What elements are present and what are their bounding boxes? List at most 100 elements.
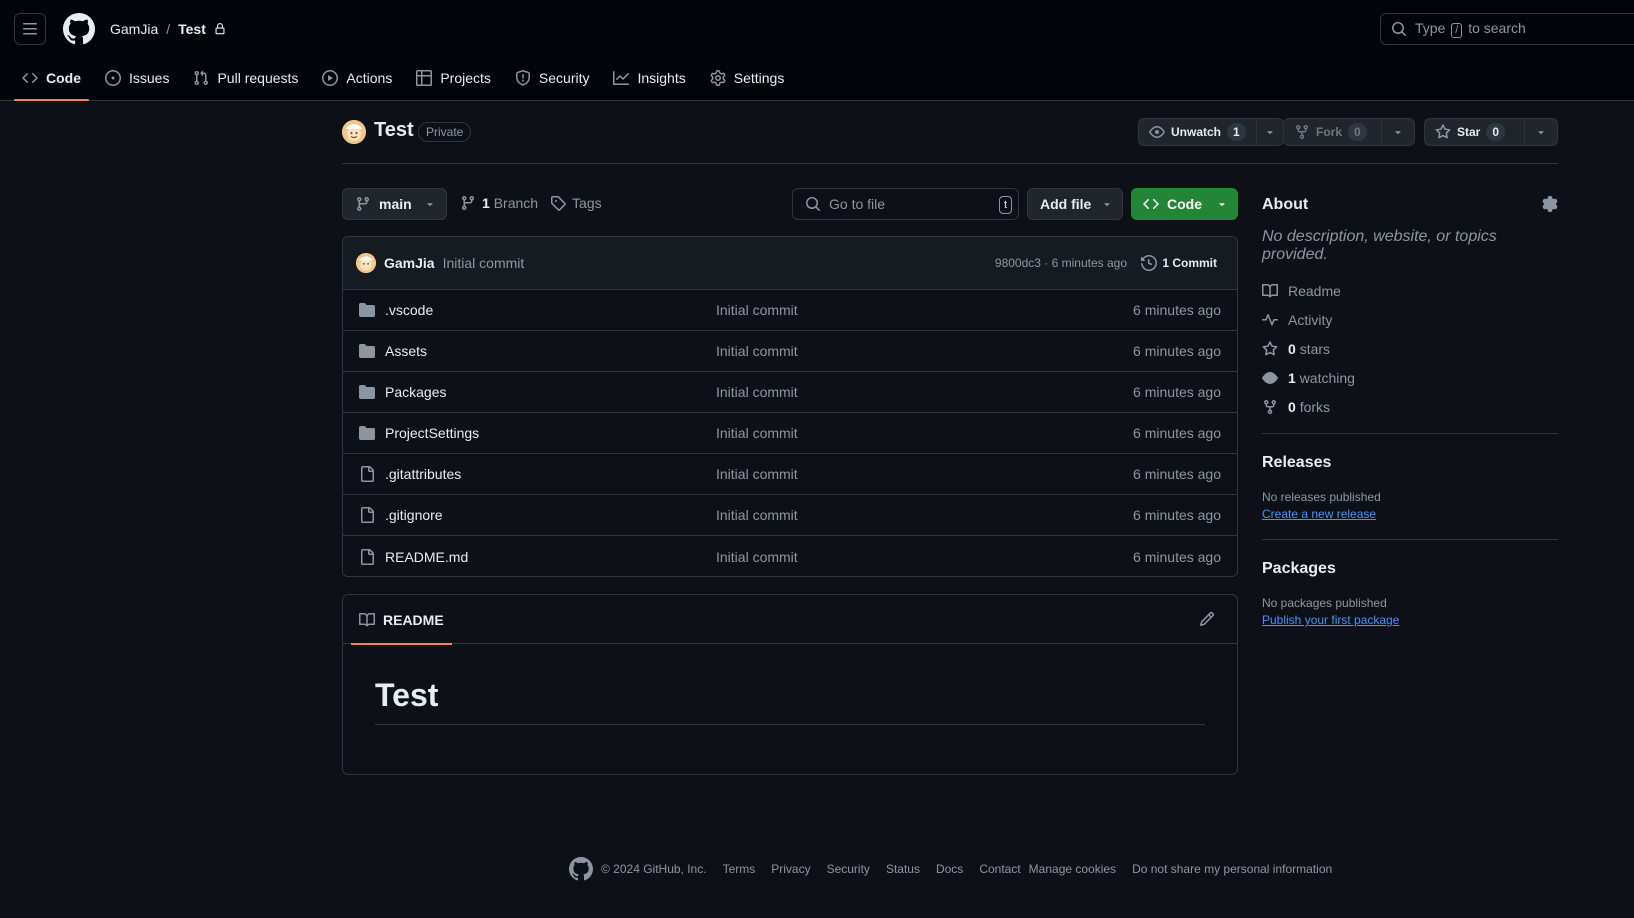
table-row[interactable]: Packages Initial commit 6 minutes ago [343,372,1237,413]
tags-link[interactable]: Tags [572,195,602,211]
footer-link-contact[interactable]: Contact [979,862,1020,876]
file-name[interactable]: .gitignore [385,507,443,523]
footer-link-do-not-share[interactable]: Do not share my personal information [1132,862,1332,876]
avatar[interactable] [342,120,366,144]
footer-link-status[interactable]: Status [886,862,920,876]
tab-label: Security [538,70,590,86]
file-name[interactable]: ProjectSettings [385,425,479,441]
file-name[interactable]: .gitattributes [385,466,461,482]
fork-dropdown-button[interactable] [1382,119,1414,145]
unwatch-label: Unwatch [1171,125,1222,139]
footer-link-security[interactable]: Security [827,862,870,876]
gear-icon [1542,196,1558,212]
edit-readme-button[interactable] [1199,611,1215,627]
watch-button-group: Unwatch 1 [1138,118,1284,146]
activity-link[interactable]: Activity [1262,305,1558,334]
file-name[interactable]: .vscode [385,302,433,318]
fork-button[interactable]: Fork 0 [1284,119,1382,145]
file-name[interactable]: Assets [385,343,427,359]
go-to-file-input[interactable]: Go to file t [792,188,1019,220]
packages-heading[interactable]: Packages [1262,560,1558,578]
repo-name[interactable]: Test [374,119,414,142]
hamburger-menu-button[interactable] [14,13,46,45]
breadcrumb-repo[interactable]: Test [178,21,206,37]
add-file-button[interactable]: Add file [1027,188,1123,220]
search-suffix: to search [1468,20,1526,36]
tab-projects[interactable]: Projects [408,60,499,96]
lock-icon [215,23,225,35]
footer-link-docs[interactable]: Docs [936,862,963,876]
tab-pull-requests[interactable]: Pull requests [185,60,306,96]
pencil-icon [1199,611,1215,627]
tab-code[interactable]: Code [14,60,89,101]
file-commit-time: 6 minutes ago [1133,425,1221,441]
github-logo-icon[interactable] [63,13,95,45]
file-name[interactable]: README.md [385,549,468,565]
code-button[interactable]: Code [1131,188,1238,220]
file-commit-time: 6 minutes ago [1133,548,1221,565]
footer-link-privacy[interactable]: Privacy [771,862,810,876]
file-commit-message[interactable]: Initial commit [716,343,798,359]
tab-actions[interactable]: Actions [314,60,400,96]
file-commit-message[interactable]: Initial commit [716,302,798,318]
global-search-input[interactable]: Type / to search [1380,13,1634,45]
releases-heading[interactable]: Releases [1262,454,1558,472]
commit-message[interactable]: Initial commit [443,255,525,271]
file-commit-message[interactable]: Initial commit [716,507,798,523]
caret-down-icon [1104,203,1111,207]
commit-meta[interactable]: 9800dc3 · 6 minutes ago [995,256,1127,270]
tab-issues[interactable]: Issues [97,60,177,96]
unwatch-button[interactable]: Unwatch 1 [1139,119,1257,145]
file-commit-message[interactable]: Initial commit [716,466,798,482]
table-row[interactable]: ProjectSettings Initial commit 6 minutes… [343,413,1237,454]
branch-selector-button[interactable]: main [342,188,447,220]
star-label: Star [1457,125,1481,139]
tab-security[interactable]: Security [507,60,598,96]
footer-link-manage-cookies[interactable]: Manage cookies [1029,862,1116,876]
file-name[interactable]: Packages [385,384,446,400]
file-commit-message[interactable]: Initial commit [716,425,798,441]
about-sidebar: About No description, website, or topics… [1262,188,1558,627]
branch-icon [461,196,474,211]
table-row[interactable]: .vscode Initial commit 6 minutes ago [343,290,1237,331]
table-row[interactable]: README.md Initial commit 6 minutes ago [343,536,1237,576]
star-button[interactable]: Star 0 [1425,119,1525,145]
readme-link[interactable]: Readme [1262,276,1558,305]
readme-tab[interactable]: README [351,595,452,645]
tab-label: Code [46,70,81,86]
edit-about-button[interactable] [1542,196,1558,212]
forks-link[interactable]: 0 forks [1262,392,1558,421]
table-row[interactable]: .gitattributes Initial commit 6 minutes … [343,454,1237,495]
issue-icon [105,70,121,86]
gear-icon [710,70,726,86]
commits-link[interactable]: 1 Commit [1141,255,1217,271]
watching-count: 1 [1288,369,1296,386]
menu-icon [23,23,37,35]
watchers-link[interactable]: 1 watching [1262,363,1558,392]
readme-heading: Test [375,677,1205,725]
code-icon [1143,198,1159,210]
star-dropdown-button[interactable] [1525,119,1557,145]
add-file-label: Add file [1040,196,1092,212]
watch-dropdown-button[interactable] [1257,119,1283,145]
commit-count: 1 Commit [1162,256,1217,270]
branches-link[interactable]: 1 Branch [482,195,538,211]
publish-package-link[interactable]: Publish your first package [1262,613,1399,627]
create-release-link[interactable]: Create a new release [1262,507,1376,521]
file-commit-message[interactable]: Initial commit [716,384,798,400]
file-commit-message[interactable]: Initial commit [716,549,798,565]
table-row[interactable]: .gitignore Initial commit 6 minutes ago [343,495,1237,536]
avatar[interactable] [356,253,376,273]
footer-link-terms[interactable]: Terms [723,862,756,876]
breadcrumb-owner[interactable]: GamJia [110,21,158,37]
github-logo-icon[interactable] [569,857,593,881]
commit-author[interactable]: GamJia [384,255,435,271]
table-row[interactable]: Assets Initial commit 6 minutes ago [343,331,1237,372]
repo-title-bar: Test Private Unwatch 1 Fork 0 Star 0 [342,118,1558,164]
tab-settings[interactable]: Settings [702,60,793,96]
tab-insights[interactable]: Insights [605,60,693,96]
star-button-group: Star 0 [1424,118,1558,146]
stars-link[interactable]: 0 stars [1262,334,1558,363]
file-icon [361,466,374,482]
graph-icon [613,71,630,85]
